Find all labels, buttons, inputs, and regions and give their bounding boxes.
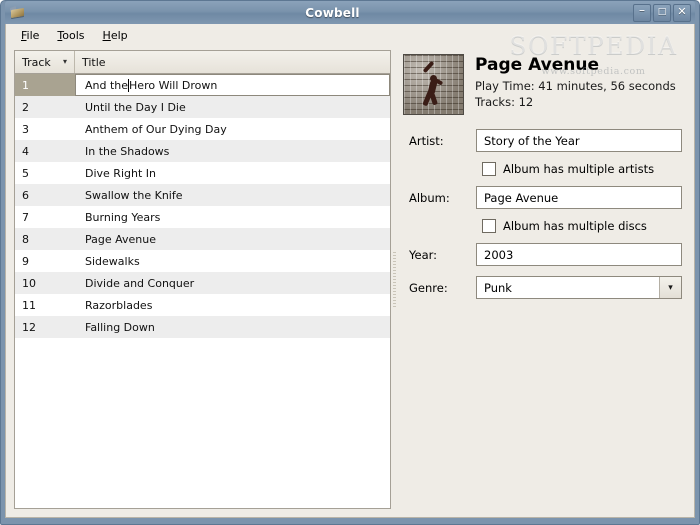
play-time-text: Play Time: 41 minutes, 56 seconds: [475, 79, 676, 93]
splitter-grip-icon: [393, 251, 396, 308]
track-number-cell[interactable]: 5: [15, 162, 75, 184]
album-row: Album: Page Avenue: [403, 186, 682, 209]
menu-help[interactable]: Help: [94, 26, 137, 45]
track-number-cell[interactable]: 1: [15, 74, 75, 96]
menu-tools[interactable]: Tools: [48, 26, 93, 45]
track-number-cell[interactable]: 12: [15, 316, 75, 338]
track-title-cell[interactable]: And the Hero Will Drown: [75, 74, 390, 96]
column-header-title[interactable]: Title: [75, 51, 390, 73]
table-row[interactable]: 3 Anthem of Our Dying Day: [15, 118, 390, 140]
track-title-cell[interactable]: Anthem of Our Dying Day: [75, 118, 390, 140]
multiple-artists-checkbox[interactable]: [482, 162, 496, 176]
track-number-cell[interactable]: 2: [15, 96, 75, 118]
menu-help-mnemonic: H: [102, 28, 111, 42]
chevron-down-icon[interactable]: ▾: [659, 277, 681, 298]
album-meta: Page Avenue Play Time: 41 minutes, 56 se…: [475, 54, 676, 110]
multiple-discs-label[interactable]: Album has multiple discs: [503, 219, 647, 233]
track-title-edit-prefix: And the: [85, 78, 129, 92]
album-title: Page Avenue: [475, 55, 599, 75]
artist-label: Artist:: [409, 133, 444, 148]
column-header-title-label: Title: [82, 55, 106, 69]
close-icon: ✕: [677, 5, 687, 18]
track-number-cell[interactable]: 7: [15, 206, 75, 228]
table-row[interactable]: 12 Falling Down: [15, 316, 390, 338]
column-header-track[interactable]: Track ▾: [15, 51, 75, 73]
menu-help-label: elp: [110, 28, 128, 42]
track-number-cell[interactable]: 9: [15, 250, 75, 272]
menu-file-label: ile: [26, 28, 40, 42]
close-button[interactable]: ✕: [673, 4, 691, 22]
window-controls: – □ ✕: [633, 4, 691, 22]
minimize-icon: –: [639, 3, 645, 17]
maximize-icon: □: [657, 7, 667, 17]
multiple-artists-label[interactable]: Album has multiple artists: [503, 162, 654, 176]
album-header: Page Avenue Play Time: 41 minutes, 56 se…: [403, 54, 682, 115]
sort-descending-icon: ▾: [62, 57, 67, 66]
genre-label: Genre:: [409, 280, 448, 295]
track-number-cell[interactable]: 11: [15, 294, 75, 316]
genre-combobox[interactable]: Punk ▾: [476, 276, 682, 299]
tracks-count-text: Tracks: 12: [475, 95, 534, 109]
album-details-panel: Page Avenue Play Time: 41 minutes, 56 se…: [399, 50, 688, 509]
year-label: Year:: [409, 247, 438, 262]
track-list-body[interactable]: 1 And the Hero Will Drown 2 Until the Day I…: [15, 74, 390, 508]
track-number-cell[interactable]: 4: [15, 140, 75, 162]
track-list-panel: Track ▾ Title 1 And the Hero Will Drown 2 U…: [14, 50, 391, 509]
genre-value: Punk: [484, 280, 512, 295]
track-title-cell[interactable]: Falling Down: [75, 316, 390, 338]
pane-splitter[interactable]: [391, 50, 399, 509]
main-panes: Track ▾ Title 1 And the Hero Will Drown 2 U…: [14, 50, 688, 509]
menu-bar: File Tools Help: [6, 24, 694, 46]
client-area: File Tools Help Track ▾ Title 1 And the H…: [5, 24, 695, 518]
genre-row: Genre: Punk ▾: [403, 276, 682, 299]
track-title-cell[interactable]: Divide and Conquer: [75, 272, 390, 294]
window-title: Cowbell: [305, 5, 360, 20]
minimize-button[interactable]: –: [633, 4, 651, 22]
track-title-cell[interactable]: Swallow the Knife: [75, 184, 390, 206]
year-row: Year: 2003: [403, 243, 682, 266]
track-title-cell[interactable]: Burning Years: [75, 206, 390, 228]
multiple-artists-row[interactable]: Album has multiple artists: [482, 162, 682, 176]
table-row[interactable]: 1 And the Hero Will Drown: [15, 74, 390, 96]
track-title-cell[interactable]: Razorblades: [75, 294, 390, 316]
track-number-cell[interactable]: 10: [15, 272, 75, 294]
table-row[interactable]: 7 Burning Years: [15, 206, 390, 228]
column-header-track-label: Track: [22, 55, 51, 69]
table-row[interactable]: 11 Razorblades: [15, 294, 390, 316]
table-row[interactable]: 2 Until the Day I Die: [15, 96, 390, 118]
artist-input[interactable]: Story of the Year: [476, 129, 682, 152]
table-row[interactable]: 10 Divide and Conquer: [15, 272, 390, 294]
table-row[interactable]: 8 Page Avenue: [15, 228, 390, 250]
maximize-button[interactable]: □: [653, 4, 671, 22]
album-label: Album:: [409, 190, 450, 205]
track-number-cell[interactable]: 8: [15, 228, 75, 250]
menu-tools-label: ools: [62, 28, 85, 42]
album-cover-art[interactable]: [403, 54, 464, 115]
track-title-edit-suffix: Hero Will Drown: [129, 78, 218, 92]
menu-file[interactable]: File: [12, 26, 48, 45]
track-title-cell[interactable]: Sidewalks: [75, 250, 390, 272]
table-row[interactable]: 6 Swallow the Knife: [15, 184, 390, 206]
table-row[interactable]: 4 In the Shadows: [15, 140, 390, 162]
cowbell-icon: [8, 4, 28, 22]
track-list-header: Track ▾ Title: [15, 51, 390, 74]
table-row[interactable]: 9 Sidewalks: [15, 250, 390, 272]
year-input[interactable]: 2003: [476, 243, 682, 266]
multiple-discs-checkbox[interactable]: [482, 219, 496, 233]
track-title-cell[interactable]: In the Shadows: [75, 140, 390, 162]
album-input[interactable]: Page Avenue: [476, 186, 682, 209]
table-row[interactable]: 5 Dive Right In: [15, 162, 390, 184]
title-bar[interactable]: Cowbell – □ ✕: [5, 1, 695, 24]
track-title-cell[interactable]: Dive Right In: [75, 162, 390, 184]
multiple-discs-row[interactable]: Album has multiple discs: [482, 219, 682, 233]
track-number-cell[interactable]: 6: [15, 184, 75, 206]
track-title-cell[interactable]: Page Avenue: [75, 228, 390, 250]
application-window: Cowbell – □ ✕ File Tools Help Track ▾ Ti…: [0, 0, 700, 525]
artist-row: Artist: Story of the Year: [403, 129, 682, 152]
track-number-cell[interactable]: 3: [15, 118, 75, 140]
track-title-cell[interactable]: Until the Day I Die: [75, 96, 390, 118]
album-form: Artist: Story of the Year Album has mult…: [403, 129, 682, 299]
